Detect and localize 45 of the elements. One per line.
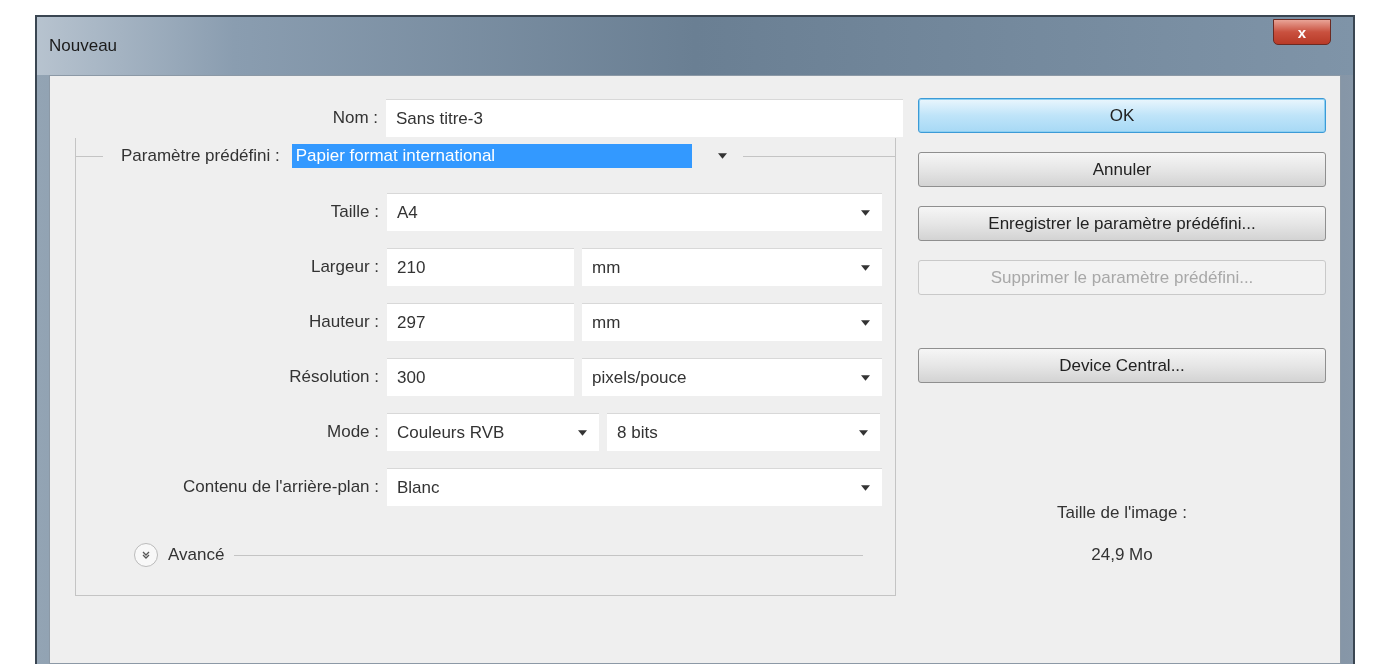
- dropdown-value: Papier format international: [291, 144, 692, 168]
- image-size-label: Taille de l'image :: [1057, 503, 1187, 523]
- input-field[interactable]: 297: [387, 303, 574, 341]
- field-label: Résolution :: [288, 367, 379, 387]
- dropdown-arrow-icon: [861, 319, 870, 326]
- field-label: Nom :: [331, 108, 378, 128]
- dropdown[interactable]: pixels/pouce: [582, 358, 882, 396]
- field-label: Hauteur :: [308, 312, 379, 332]
- advanced-label[interactable]: Avancé: [168, 545, 225, 565]
- dropdown-value: mm: [592, 257, 621, 278]
- close-button[interactable]: x: [1273, 19, 1331, 45]
- dropdown[interactable]: 8 bits: [607, 413, 880, 451]
- field-label: Taille :: [329, 202, 379, 222]
- dialog-button[interactable]: Enregistrer le paramètre prédéfini...: [918, 206, 1326, 241]
- dropdown[interactable]: mm: [582, 303, 882, 341]
- dialog-button[interactable]: OK: [918, 98, 1326, 133]
- dropdown-arrow-icon: [861, 209, 870, 216]
- field-label: Largeur :: [309, 257, 379, 277]
- dropdown-value: mm: [592, 312, 621, 333]
- dropdown-arrow-icon: [578, 429, 587, 436]
- dropdown-arrow-icon: [859, 429, 868, 436]
- dropdown-arrow-icon: [861, 264, 870, 271]
- dropdown[interactable]: mm: [582, 248, 882, 286]
- dropdown-value: 8 bits: [617, 422, 658, 443]
- input-field[interactable]: 210: [387, 248, 574, 286]
- input-field[interactable]: 300: [387, 358, 574, 396]
- field-label: Mode :: [326, 422, 379, 442]
- image-size-value: 24,9 Mo: [1091, 545, 1153, 565]
- dropdown[interactable]: Blanc: [387, 468, 882, 506]
- expand-icon[interactable]: [134, 543, 158, 567]
- field-label: Contenu de l'arrière-plan :: [181, 477, 379, 497]
- dropdown[interactable]: Couleurs RVB: [387, 413, 599, 451]
- window-title: Nouveau: [49, 36, 118, 56]
- dropdown-value: Couleurs RVB: [397, 422, 505, 443]
- dialog-button[interactable]: Device Central...: [918, 348, 1326, 383]
- dropdown-value: pixels/pouce: [592, 367, 687, 388]
- name-field[interactable]: Sans titre-3: [386, 99, 903, 137]
- dropdown-arrow-icon: [861, 374, 870, 381]
- dropdown-value: A4: [397, 202, 418, 223]
- dropdown-value: Blanc: [397, 477, 440, 498]
- field-label: Paramètre prédéfini :: [121, 146, 280, 166]
- dropdown-arrow-icon: [717, 153, 727, 159]
- dropdown[interactable]: A4: [387, 193, 882, 231]
- dialog-button[interactable]: Annuler: [918, 152, 1326, 187]
- dropdown-arrow-icon: [861, 484, 870, 491]
